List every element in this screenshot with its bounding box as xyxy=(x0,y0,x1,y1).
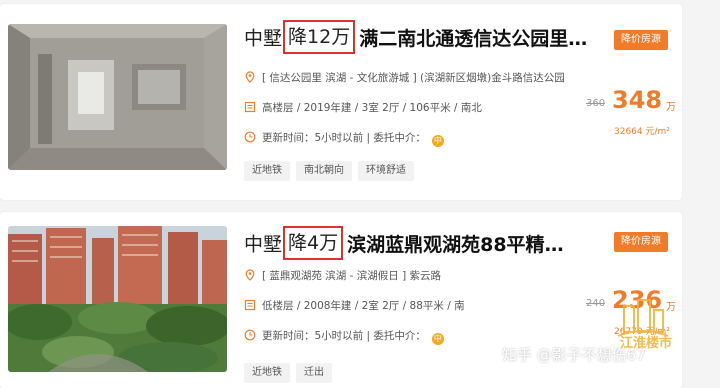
original-price: 240 xyxy=(586,298,606,309)
tag: 迁出 xyxy=(296,363,332,383)
agent-badge[interactable]: 中 xyxy=(431,333,444,345)
location-line[interactable]: [ 信达公园里 滨湖 - 文化旅游城 ] (滨湖新区烟墩)金斗路信达公园 xyxy=(244,70,565,86)
unit-price: 32664 元/m² xyxy=(614,127,670,137)
title-prefix: 中墅 xyxy=(244,233,283,256)
current-price: 348 xyxy=(612,86,663,114)
update-line: 更新时间：5小时以前 | 委托中介： 中 xyxy=(244,328,444,345)
tag: 近地铁 xyxy=(244,363,290,383)
price-block: 360 348 万 32664 元/m² xyxy=(578,86,678,146)
tag-list: 近地铁 迁出 xyxy=(244,360,338,383)
update-text: 更新时间：5小时以前 | 委托中介： xyxy=(262,330,426,342)
listing-photo[interactable] xyxy=(8,226,227,372)
tag-list: 近地铁 南北朝向 环境舒适 xyxy=(244,158,420,181)
title-prefix: 中墅 xyxy=(244,27,283,50)
clock-icon xyxy=(244,329,256,341)
watermark-zhihu: 知乎 @影子不想伤67 xyxy=(502,346,646,364)
location-text: [ 信达公园里 滨湖 - 文化旅游城 ] (滨湖新区烟墩)金斗路信达公园 xyxy=(262,72,565,84)
tag: 近地铁 xyxy=(244,161,290,181)
update-text: 更新时间：5小时以前 | 委托中介： xyxy=(262,132,426,144)
original-price: 360 xyxy=(586,98,606,109)
price-unit: 万 xyxy=(666,102,676,113)
price-drop-highlight: 降12万 xyxy=(283,20,356,54)
price-drop-highlight: 降4万 xyxy=(283,226,344,260)
location-pin-icon xyxy=(245,269,255,281)
house-details-icon xyxy=(244,299,256,311)
listing-card[interactable]: 中墅 降12万 满二南北通透信达公园里... 降价房源 [ 信达公园里 滨湖 - 文… xyxy=(0,4,682,200)
house-details-icon xyxy=(244,101,256,113)
details-line: 高楼层 / 2019年建 / 3室 2厅 / 106平米 / 南北 xyxy=(244,100,482,116)
tag: 南北朝向 xyxy=(296,161,352,181)
clock-icon xyxy=(244,131,256,143)
details-line: 低楼层 / 2008年建 / 2室 2厅 / 88平米 / 南 xyxy=(244,298,465,314)
title-text: 滨湖蓝鼎观湖苑88平精装... xyxy=(347,233,578,256)
title-text: 满二南北通透信达公园里... xyxy=(359,27,590,50)
listing-title[interactable]: 中墅 降4万 滨湖蓝鼎观湖苑88平精装... xyxy=(244,226,604,262)
location-text: [ 蓝鼎观湖苑 滨湖 - 滨湖假日 ] 紫云路 xyxy=(262,270,442,282)
listing-title[interactable]: 中墅 降12万 满二南北通透信达公园里... xyxy=(244,20,604,56)
details-text: 高楼层 / 2019年建 / 3室 2厅 / 106平米 / 南北 xyxy=(262,102,482,114)
listing-photo[interactable] xyxy=(8,24,227,170)
tag: 环境舒适 xyxy=(358,161,414,181)
price-drop-badge: 降价房源 xyxy=(614,232,668,252)
update-line: 更新时间：5小时以前 | 委托中介： 中 xyxy=(244,130,444,147)
location-pin-icon xyxy=(245,71,255,83)
price-drop-badge: 降价房源 xyxy=(614,30,668,50)
details-text: 低楼层 / 2008年建 / 2室 2厅 / 88平米 / 南 xyxy=(262,300,465,312)
agent-badge[interactable]: 中 xyxy=(431,135,444,147)
location-line[interactable]: [ 蓝鼎观湖苑 滨湖 - 滨湖假日 ] 紫云路 xyxy=(244,268,441,284)
